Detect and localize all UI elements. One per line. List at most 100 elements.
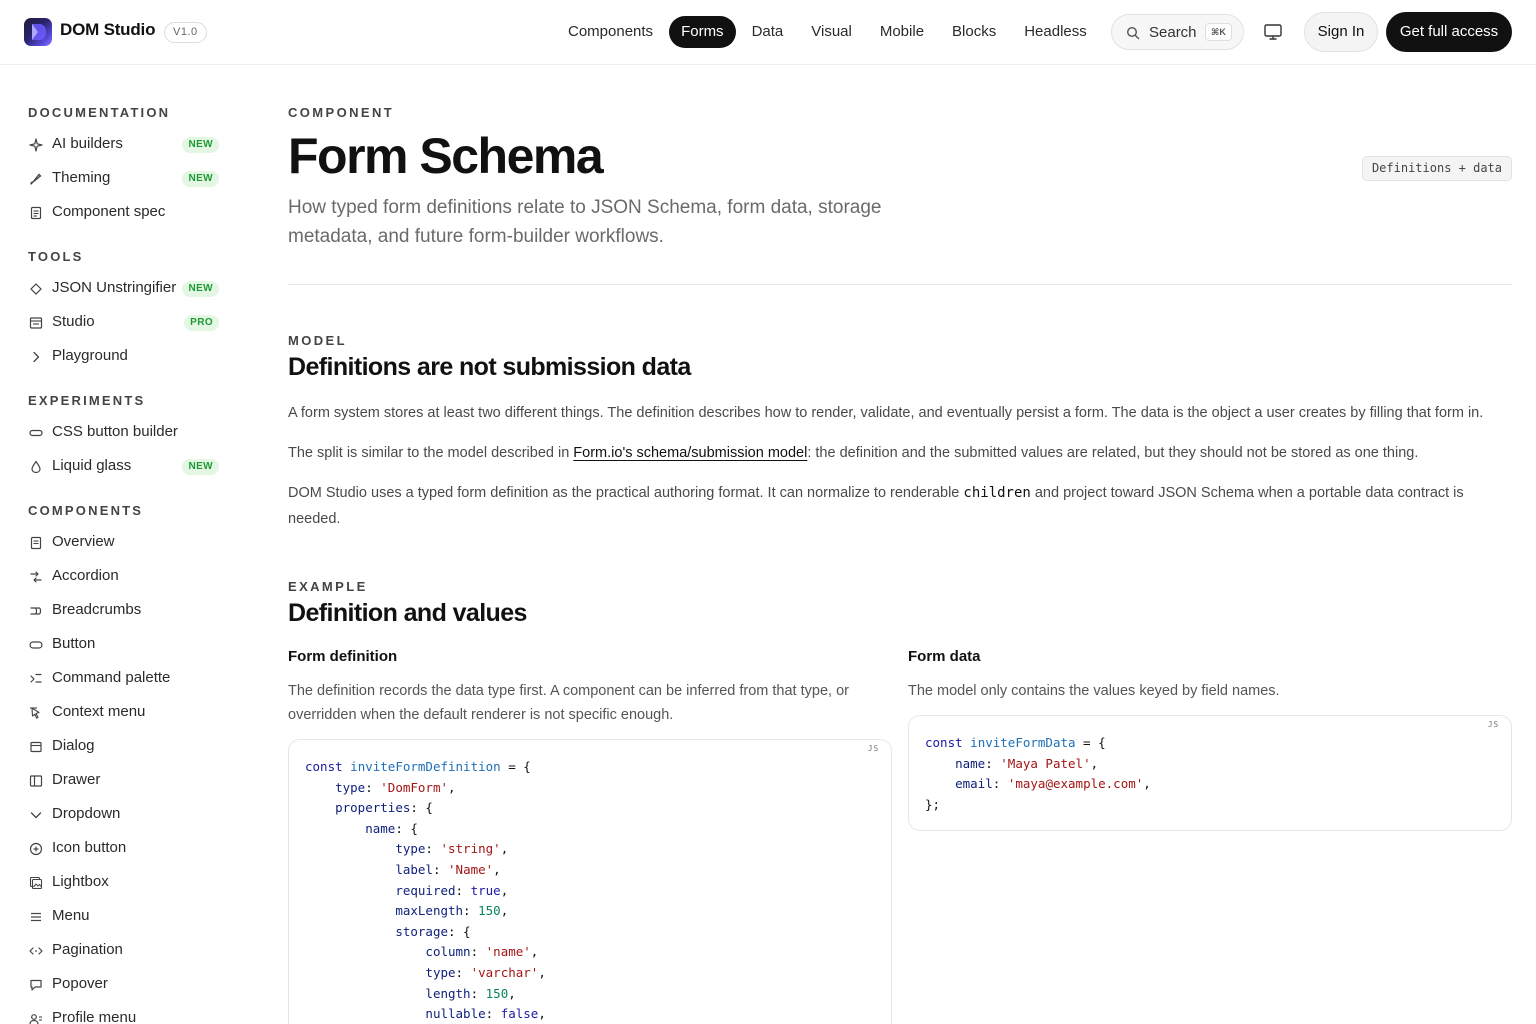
sidebar-item-button[interactable]: Button bbox=[28, 633, 223, 657]
formio-model-link[interactable]: Form.io's schema/submission model bbox=[573, 445, 807, 461]
model-paragraph-2-start: The split is similar to the model descri… bbox=[288, 445, 574, 461]
sidebar-item-lightbox[interactable]: Lightbox bbox=[28, 871, 223, 895]
children-code: children bbox=[963, 485, 1031, 501]
sidebar-item-drawer[interactable]: Drawer bbox=[28, 769, 223, 793]
nav-visual[interactable]: Visual bbox=[799, 16, 864, 48]
search-button[interactable]: Search ⌘K bbox=[1111, 14, 1244, 50]
model-paragraph-3-start: DOM Studio uses a typed form definition … bbox=[288, 485, 964, 501]
sidebar-item-popover[interactable]: Popover bbox=[28, 973, 223, 997]
sidebar-heading-documentation: DOCUMENTATION bbox=[28, 105, 171, 120]
sidebar-item-studio[interactable]: Studio PRO bbox=[28, 311, 223, 335]
top-nav: Components Forms Data Visual Mobile Bloc… bbox=[556, 16, 1103, 48]
menu-icon bbox=[31, 912, 41, 922]
model-paragraph-1: A form system stores at least two differ… bbox=[288, 405, 1484, 421]
sidebar-item-label: Context menu bbox=[52, 703, 146, 720]
nav-headless[interactable]: Headless bbox=[1012, 16, 1099, 48]
sidebar-item-label: Playground bbox=[52, 347, 128, 364]
code-language-label: JS bbox=[867, 744, 879, 753]
sidebar: DOCUMENTATION AI builders NEW Theming NE… bbox=[0, 65, 250, 1024]
pill-icon bbox=[29, 429, 43, 437]
nav-data[interactable]: Data bbox=[740, 16, 796, 48]
model-paragraph-2: The split is similar to the model descri… bbox=[288, 440, 1512, 466]
popover-icon bbox=[30, 979, 42, 991]
sidebar-item-ai-builders[interactable]: AI builders NEW bbox=[28, 133, 223, 157]
search-shortcut: ⌘K bbox=[1205, 23, 1232, 41]
accordion-icon bbox=[30, 571, 42, 583]
model-paragraph-2-end: : the definition and the submitted value… bbox=[807, 445, 1419, 461]
get-full-access-button[interactable]: Get full access bbox=[1386, 12, 1512, 52]
chevron-right-icon bbox=[33, 351, 40, 363]
sidebar-item-context-menu[interactable]: Context menu bbox=[28, 701, 223, 725]
form-data-description: The model only contains the values keyed… bbox=[908, 683, 1280, 699]
dialog-icon bbox=[30, 741, 42, 753]
sidebar-item-icon-button[interactable]: Icon button bbox=[28, 837, 223, 861]
sidebar-item-accordion[interactable]: Accordion bbox=[28, 565, 223, 589]
nav-forms[interactable]: Forms bbox=[669, 16, 736, 48]
sidebar-item-profile-menu[interactable]: Profile menu bbox=[28, 1007, 223, 1024]
search-label: Search bbox=[1149, 24, 1197, 41]
breadcrumbs-icon bbox=[30, 607, 42, 615]
sidebar-item-label: AI builders bbox=[52, 135, 123, 152]
form-definition-code-block[interactable]: JS const inviteFormDefinition = { type: … bbox=[288, 739, 892, 1024]
sidebar-item-command-palette[interactable]: Command palette bbox=[28, 667, 223, 691]
brush-icon bbox=[30, 173, 42, 185]
form-data-title: Form data bbox=[908, 648, 981, 665]
nav-components[interactable]: Components bbox=[556, 16, 665, 48]
sidebar-item-theming[interactable]: Theming NEW bbox=[28, 167, 223, 191]
version-badge: V1.0 bbox=[164, 22, 207, 43]
nav-blocks[interactable]: Blocks bbox=[940, 16, 1008, 48]
sidebar-item-label: Command palette bbox=[52, 669, 171, 686]
sparkle-icon bbox=[29, 138, 43, 152]
plus-circle-icon bbox=[29, 842, 43, 856]
new-badge: NEW bbox=[182, 137, 219, 153]
sidebar-item-playground[interactable]: Playground bbox=[28, 345, 223, 369]
diamond-icon bbox=[30, 283, 42, 295]
sidebar-heading-tools: TOOLS bbox=[28, 249, 84, 264]
sidebar-item-label: Breadcrumbs bbox=[52, 601, 142, 618]
theme-toggle-button[interactable] bbox=[1260, 20, 1286, 44]
model-eyebrow: MODEL bbox=[288, 333, 347, 348]
monitor-icon bbox=[1264, 24, 1282, 40]
panel-icon bbox=[29, 317, 43, 329]
form-data-code: const inviteFormData = { name: 'Maya Pat… bbox=[925, 735, 1151, 812]
sidebar-item-liquid-glass[interactable]: Liquid glass NEW bbox=[28, 455, 223, 479]
chevron-down-icon bbox=[30, 812, 42, 819]
page-eyebrow: COMPONENT bbox=[288, 105, 395, 120]
sidebar-item-label: Drawer bbox=[52, 771, 101, 788]
sidebar-heading-components: COMPONENTS bbox=[28, 503, 144, 518]
page-tag: Definitions + data bbox=[1361, 156, 1512, 181]
sign-in-button[interactable]: Sign In bbox=[1304, 12, 1378, 52]
gallery-icon bbox=[29, 876, 43, 890]
sidebar-item-menu[interactable]: Menu bbox=[28, 905, 223, 929]
sidebar-item-json-unstringifier[interactable]: JSON Unstringifier NEW bbox=[28, 277, 223, 301]
nav-mobile[interactable]: Mobile bbox=[868, 16, 936, 48]
sidebar-item-label: Button bbox=[52, 635, 96, 652]
sidebar-item-css-button-builder[interactable]: CSS button builder bbox=[28, 421, 223, 445]
cursor-icon bbox=[30, 707, 40, 719]
command-icon bbox=[30, 673, 42, 683]
sidebar-item-label: Component spec bbox=[52, 203, 166, 220]
document-icon bbox=[30, 536, 42, 550]
form-definition-description: The definition records the data type fir… bbox=[288, 683, 849, 723]
form-definition-title: Form definition bbox=[288, 648, 398, 665]
sidebar-item-dropdown[interactable]: Dropdown bbox=[28, 803, 223, 827]
dom-studio-logo-icon[interactable] bbox=[24, 18, 52, 46]
brand-name[interactable]: DOM Studio bbox=[60, 20, 155, 40]
pro-badge: PRO bbox=[184, 315, 219, 331]
sidebar-item-component-spec[interactable]: Component spec bbox=[28, 201, 223, 225]
sidebar-item-label: Theming bbox=[52, 169, 111, 186]
sidebar-item-label: Studio bbox=[52, 313, 95, 330]
search-icon bbox=[1126, 26, 1140, 40]
droplet-icon bbox=[31, 460, 41, 474]
sidebar-item-pagination[interactable]: Pagination bbox=[28, 939, 223, 963]
sidebar-item-breadcrumbs[interactable]: Breadcrumbs bbox=[28, 599, 223, 623]
model-paragraph-3: DOM Studio uses a typed form definition … bbox=[288, 480, 1512, 532]
sidebar-item-label: Dialog bbox=[52, 737, 95, 754]
page-title: Form Schema bbox=[288, 128, 604, 184]
sidebar-item-overview[interactable]: Overview bbox=[28, 531, 223, 555]
sidebar-heading-experiments: EXPERIMENTS bbox=[28, 393, 146, 408]
new-badge: NEW bbox=[182, 281, 219, 297]
sidebar-item-label: Lightbox bbox=[52, 873, 109, 890]
sidebar-item-dialog[interactable]: Dialog bbox=[28, 735, 223, 759]
form-data-code-block[interactable]: JS const inviteFormData = { name: 'Maya … bbox=[908, 715, 1512, 831]
